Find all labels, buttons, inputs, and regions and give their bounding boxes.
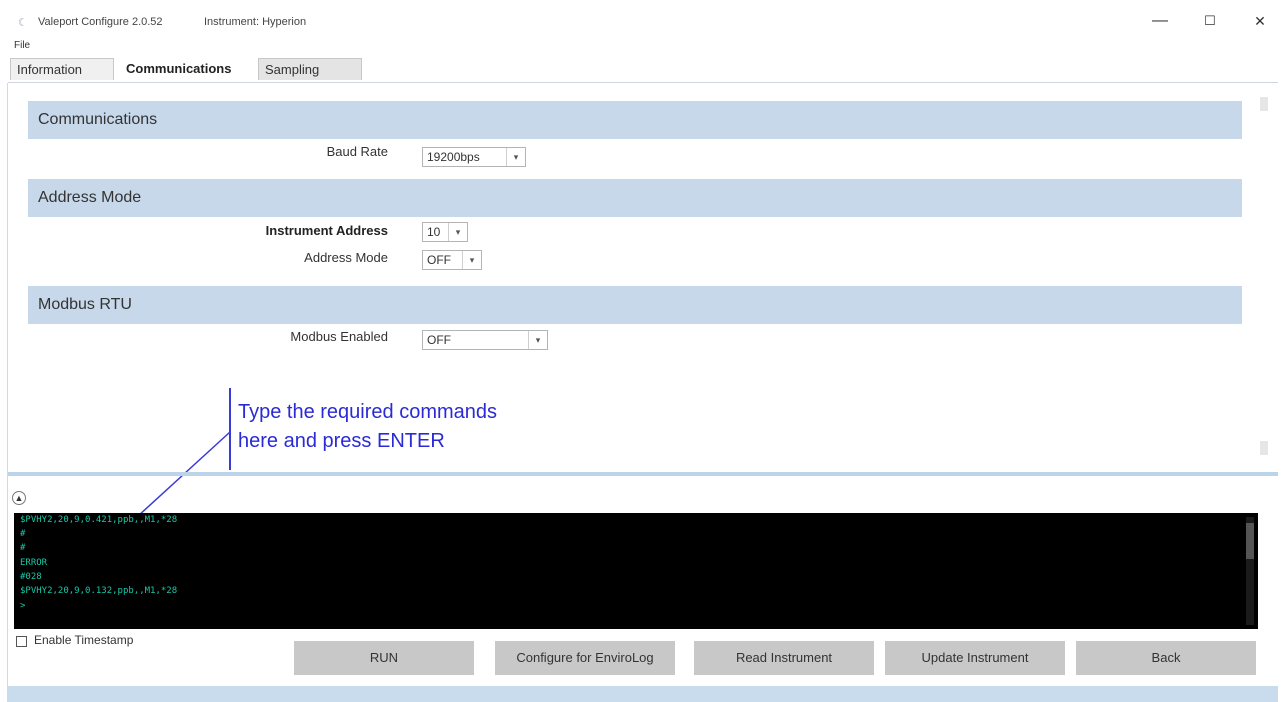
section-header-communications: Communications [28,101,1242,139]
app-icon: ☾ [18,17,28,29]
menu-bar: File [14,40,30,51]
terminal-line: ERROR [20,558,48,568]
annotation-bracket [229,388,231,470]
enable-timestamp-label: Enable Timestamp [34,633,134,647]
tab-information[interactable]: Information [10,58,114,80]
minimize-button[interactable]: — [1140,8,1180,34]
close-button[interactable]: ✕ [1240,8,1280,34]
menu-file[interactable]: File [14,40,30,51]
status-bar [8,686,1278,702]
instrument-address-label: Instrument Address [265,223,388,238]
read-instrument-button[interactable]: Read Instrument [694,641,874,675]
instrument-address-select[interactable]: 10 ▾ [422,222,468,242]
settings-panel: Communications Baud Rate 19200bps ▾ Addr… [8,83,1278,471]
modbus-enabled-select[interactable]: OFF ▾ [422,330,548,350]
terminal-line: # [20,543,26,553]
terminal-line: #028 [20,572,42,582]
collapse-toggle-icon[interactable]: ▲ [12,491,26,505]
modbus-enabled-label: Modbus Enabled [290,329,388,344]
run-button[interactable]: RUN [294,641,474,675]
title-bar: ☾ Valeport Configure 2.0.52 Instrument: … [0,0,1282,38]
annotation-line-1: Type the required commands [238,401,498,423]
tab-sampling[interactable]: Sampling [258,58,362,80]
address-mode-value: OFF [427,253,451,267]
annotation-line-2: here and press ENTER [238,430,445,452]
chevron-down-icon: ▾ [528,331,547,349]
terminal-prompt[interactable]: > [20,601,25,611]
section-header-modbus-rtu: Modbus RTU [28,286,1242,324]
back-button[interactable]: Back [1076,641,1256,675]
terminal-line: # [20,529,26,539]
chevron-down-icon: ▾ [448,223,467,241]
modbus-enabled-value: OFF [427,333,451,347]
baud-rate-select[interactable]: 19200bps ▾ [422,147,526,167]
section-header-address-mode: Address Mode [28,179,1242,217]
terminal-line: $PVHY2,20,9,0.421,ppb,,M1,*28 [20,515,178,525]
instrument-title: Instrument: Hyperion [204,16,307,28]
baud-rate-value: 19200bps [427,150,480,164]
address-mode-select[interactable]: OFF ▾ [422,250,482,270]
configure-envirolog-button[interactable]: Configure for EnviroLog [495,641,675,675]
terminal-console[interactable]: $PVHY2,20,9,0.421,ppb,,M1,*28 # # ERROR … [14,513,1258,629]
terminal-scroll-thumb[interactable] [1246,523,1254,559]
annotation-callout: Type the required commands here and pres… [238,398,497,456]
scroll-up-arrow[interactable] [1260,97,1268,111]
enable-timestamp-checkbox[interactable] [16,636,27,647]
instrument-address-value: 10 [427,225,441,239]
maximize-button[interactable]: ☐ [1190,8,1230,34]
chevron-down-icon: ▾ [506,148,525,166]
chevron-down-icon: ▾ [462,251,481,269]
update-instrument-button[interactable]: Update Instrument [885,641,1065,675]
address-mode-label: Address Mode [304,250,388,265]
scroll-down-arrow[interactable] [1260,441,1268,455]
terminal-line: $PVHY2,20,9,0.132,ppb,,M1,*28 [20,586,178,596]
tab-communications[interactable]: Communications [120,58,258,80]
baud-rate-label: Baud Rate [326,144,388,159]
panel-divider[interactable] [8,472,1278,476]
app-title: Valeport Configure 2.0.52 [38,16,163,28]
